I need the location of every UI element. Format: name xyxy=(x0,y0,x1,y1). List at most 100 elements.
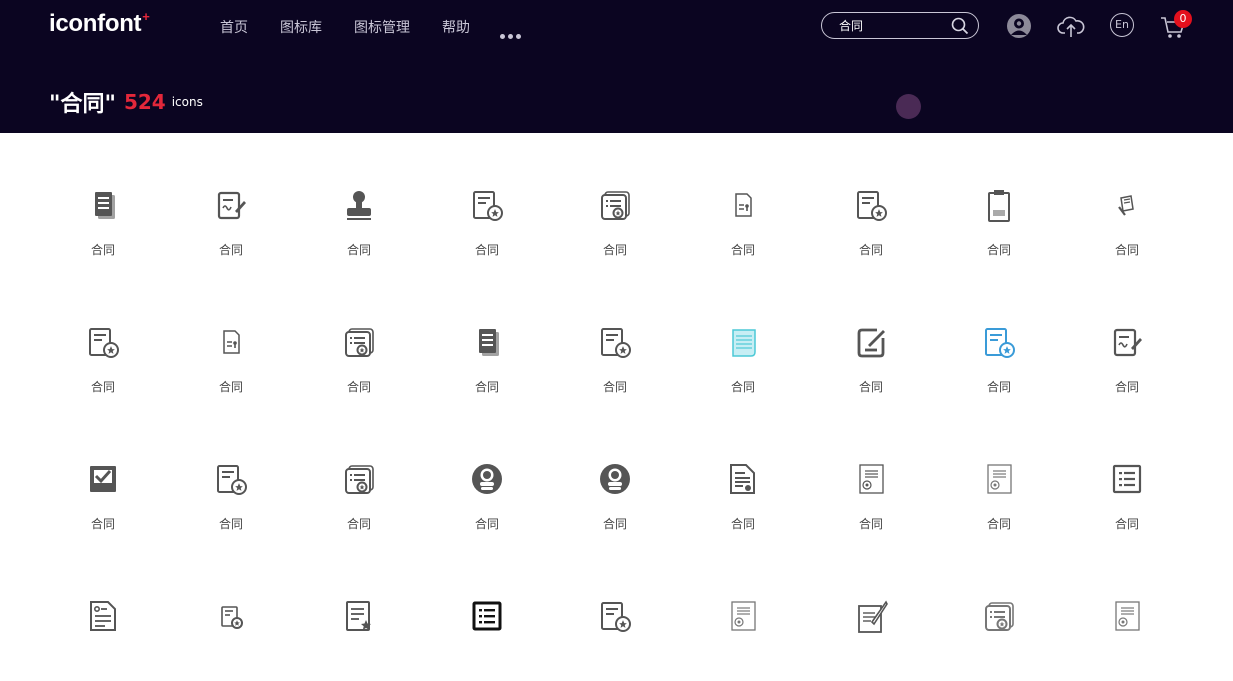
icon-card[interactable]: 合同 xyxy=(807,407,935,544)
icon-card[interactable] xyxy=(167,544,295,681)
icon-doc-seal-blue xyxy=(981,324,1017,360)
nav-item-icon-management[interactable]: 图标管理 xyxy=(354,17,410,37)
icon-card[interactable]: 合同 xyxy=(551,133,679,270)
nav-item-icon-library[interactable]: 图标库 xyxy=(280,17,322,37)
upload-cloud-icon[interactable] xyxy=(1057,13,1085,39)
icon-card[interactable]: 合同 xyxy=(423,133,551,270)
icon-label: 合同 xyxy=(858,380,883,394)
result-query: "合同" xyxy=(49,92,116,117)
icon-doc-pen xyxy=(1109,324,1145,360)
icon-doc-stack-solid xyxy=(85,187,121,223)
icon-label: 合同 xyxy=(1114,380,1139,394)
search-input[interactable] xyxy=(839,17,949,34)
icon-card[interactable] xyxy=(423,544,551,681)
icon-doc-thin-seal xyxy=(1109,598,1145,634)
more-menu-icon[interactable] xyxy=(500,24,524,43)
icon-label: 合同 xyxy=(474,243,499,257)
icon-certificate-seal xyxy=(341,324,377,360)
search-box xyxy=(821,12,979,39)
icon-card[interactable]: 合同 xyxy=(167,407,295,544)
icon-card[interactable] xyxy=(807,544,935,681)
icon-label: 合同 xyxy=(90,517,115,531)
icon-card[interactable]: 合同 xyxy=(295,270,423,407)
icon-card[interactable]: 合同 xyxy=(679,270,807,407)
icon-card[interactable]: 合同 xyxy=(1063,133,1191,270)
nav-item-help[interactable]: 帮助 xyxy=(442,17,470,37)
icon-card[interactable]: 合同 xyxy=(423,270,551,407)
icon-card[interactable]: 合同 xyxy=(807,133,935,270)
icon-label: 合同 xyxy=(602,243,627,257)
icon-doc-lines-seal xyxy=(725,461,761,497)
search-icon[interactable] xyxy=(951,17,969,35)
iconfont-logo[interactable]: iconfont+ xyxy=(49,9,150,38)
icon-card[interactable] xyxy=(1063,544,1191,681)
icon-card[interactable]: 合同 xyxy=(935,270,1063,407)
icon-card[interactable]: 合同 xyxy=(39,407,167,544)
icon-badge-circle xyxy=(597,461,633,497)
icon-label: 合同 xyxy=(218,380,243,394)
icon-clipboard xyxy=(981,187,1017,223)
icon-card[interactable]: 合同 xyxy=(295,133,423,270)
icon-card[interactable]: 合同 xyxy=(295,407,423,544)
icon-card[interactable]: 合同 xyxy=(679,133,807,270)
icon-label: 合同 xyxy=(346,380,371,394)
icon-stamp xyxy=(341,187,377,223)
icon-doc-form xyxy=(85,598,121,634)
icon-doc-seal xyxy=(597,324,633,360)
cart-count-badge: 0 xyxy=(1174,10,1192,28)
icon-doc-stack-solid xyxy=(469,324,505,360)
icon-card[interactable] xyxy=(935,544,1063,681)
icon-scroll-cyan xyxy=(725,324,761,360)
icon-card[interactable]: 合同 xyxy=(423,407,551,544)
decorative-circle xyxy=(896,94,921,119)
icon-doc-seal xyxy=(213,461,249,497)
icon-label: 合同 xyxy=(730,380,755,394)
search-result-summary: "合同" 524 icons xyxy=(49,86,203,118)
icon-card[interactable]: 合同 xyxy=(39,133,167,270)
nav-item-home[interactable]: 首页 xyxy=(220,17,248,37)
icon-card[interactable]: 合同 xyxy=(167,270,295,407)
icon-label: 合同 xyxy=(1114,243,1139,257)
icon-card[interactable]: 合同 xyxy=(39,270,167,407)
icon-doc-star xyxy=(341,598,377,634)
icon-card[interactable]: 合同 xyxy=(1063,407,1191,544)
top-header: iconfont+ 首页 图标库 图标管理 帮助 En 0 "合同" 524 ico… xyxy=(0,0,1233,133)
icon-card[interactable] xyxy=(295,544,423,681)
icon-label: 合同 xyxy=(986,243,1011,257)
icon-doc-thin-seal xyxy=(853,461,889,497)
icon-badge-circle xyxy=(469,461,505,497)
icon-doc-seal xyxy=(853,187,889,223)
icon-label: 合同 xyxy=(218,243,243,257)
icon-label: 合同 xyxy=(858,517,883,531)
icon-doc-thin-seal xyxy=(981,461,1017,497)
icon-doc-seal xyxy=(469,187,505,223)
icon-certificate-seal xyxy=(597,187,633,223)
icon-card[interactable]: 合同 xyxy=(1063,270,1191,407)
icon-card[interactable]: 合同 xyxy=(807,270,935,407)
icon-label: 合同 xyxy=(602,380,627,394)
icon-card[interactable]: 合同 xyxy=(679,407,807,544)
icon-certificate-seal xyxy=(341,461,377,497)
icon-label: 合同 xyxy=(218,517,243,531)
icon-doc-thin-seal xyxy=(725,598,761,634)
icon-doc-seal-small xyxy=(213,598,249,634)
icon-card[interactable] xyxy=(679,544,807,681)
icon-label: 合同 xyxy=(346,517,371,531)
icon-card[interactable]: 合同 xyxy=(167,133,295,270)
user-avatar-icon[interactable] xyxy=(1006,13,1032,39)
icon-card[interactable] xyxy=(39,544,167,681)
icon-card[interactable] xyxy=(551,544,679,681)
icon-doc-seal xyxy=(85,324,121,360)
icon-doc-small xyxy=(725,187,761,223)
icon-label: 合同 xyxy=(1114,517,1139,531)
icon-card[interactable]: 合同 xyxy=(551,407,679,544)
icon-card[interactable]: 合同 xyxy=(935,407,1063,544)
logo-text: iconfont xyxy=(49,10,142,37)
language-switch-icon[interactable]: En xyxy=(1110,13,1134,37)
icon-check-box xyxy=(85,461,121,497)
icon-edit-square xyxy=(853,324,889,360)
icon-card[interactable]: 合同 xyxy=(935,133,1063,270)
icon-label: 合同 xyxy=(346,243,371,257)
icon-card[interactable]: 合同 xyxy=(551,270,679,407)
icon-certificate-seal xyxy=(981,598,1017,634)
